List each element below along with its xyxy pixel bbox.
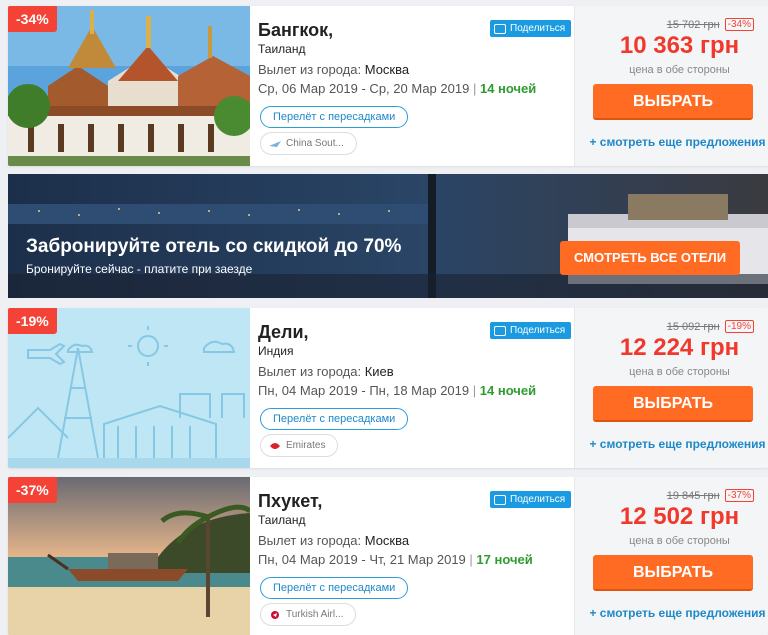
destination-city[interactable]: Дели, xyxy=(258,322,309,343)
select-button[interactable]: ВЫБРАТЬ xyxy=(593,84,753,120)
discount-badge: -19% xyxy=(8,308,57,334)
view-all-hotels-button[interactable]: СМОТРЕТЬ ВСЕ ОТЕЛИ xyxy=(560,241,740,275)
more-offers-link[interactable]: + смотреть еще предложения xyxy=(575,437,768,451)
banner-subtitle: Бронируйте сейчас - платите при заезде xyxy=(26,262,253,276)
more-offers-link[interactable]: + смотреть еще предложения xyxy=(575,135,768,149)
departure-line: Вылет из города: Москва xyxy=(258,533,409,548)
price-note: цена в обе стороны xyxy=(629,64,730,76)
dates-line: Ср, 06 Мар 2019 - Ср, 20 Мар 2019 | 14 н… xyxy=(258,81,536,96)
destination-country: Таиланд xyxy=(258,513,306,527)
nights-count: 14 ночей xyxy=(479,383,537,398)
offer-photo-delhi[interactable]: -19% xyxy=(8,308,250,468)
discount-badge: -34% xyxy=(8,6,57,32)
current-price: 10 363 грн xyxy=(619,32,740,59)
departure-line: Вылет из города: Москва xyxy=(258,62,409,77)
share-icon xyxy=(494,494,506,505)
nights-count: 17 ночей xyxy=(476,552,533,567)
dates-line: Пн, 04 Мар 2019 - Чт, 21 Мар 2019 | 17 н… xyxy=(258,552,533,567)
departure-city: Москва xyxy=(364,533,410,548)
departure-city: Киев xyxy=(364,364,394,379)
share-label: Поделиться xyxy=(510,23,566,34)
banner-title: Забронируйте отель со скидкой до 70% xyxy=(26,236,402,257)
discount-badge: -37% xyxy=(8,477,57,503)
share-icon xyxy=(494,325,506,336)
airline-badge[interactable]: Turkish Airl... xyxy=(260,603,357,626)
travel-dates: Ср, 06 Мар 2019 - Ср, 20 Мар 2019 xyxy=(258,81,470,96)
hotel-banner[interactable]: Забронируйте отель со скидкой до 70% Бро… xyxy=(8,174,768,298)
offer-info: Бангкок, Таиланд Поделиться Вылет из гор… xyxy=(258,6,574,166)
nights-count: 14 ночей xyxy=(479,81,537,96)
destination-city[interactable]: Пхукет, xyxy=(258,491,322,512)
share-icon xyxy=(494,23,506,34)
share-label: Поделиться xyxy=(510,494,566,505)
departure-label: Вылет из города: xyxy=(258,62,362,77)
share-button[interactable]: Поделиться xyxy=(490,322,572,339)
airline-badge[interactable]: Emirates xyxy=(260,434,339,457)
departure-city: Москва xyxy=(364,62,410,77)
transfer-badge[interactable]: Перелёт с пересадками xyxy=(260,408,409,430)
offer-photo-phuket[interactable]: -37% xyxy=(8,477,250,635)
departure-line: Вылет из города: Киев xyxy=(258,364,394,379)
offer-card-phuket: -37% Пхукет, Таиланд Поделиться Вылет из… xyxy=(8,477,768,635)
transfer-badge[interactable]: Перелёт с пересадками xyxy=(260,106,409,128)
select-button[interactable]: ВЫБРАТЬ xyxy=(593,555,753,591)
share-button[interactable]: Поделиться xyxy=(490,20,572,37)
airline-name: Turkish Airl... xyxy=(286,609,344,620)
airline-logo-icon xyxy=(271,610,279,619)
old-price-row: 15 702 грн -34% xyxy=(667,18,754,31)
price-note: цена в обе стороны xyxy=(629,366,730,378)
old-price-row: 19 845 грн -37% xyxy=(667,489,754,502)
travel-dates: Пн, 04 Мар 2019 - Пн, 18 Мар 2019 xyxy=(258,383,470,398)
destination-country: Индия xyxy=(258,344,294,358)
offer-card-bangkok: -34% Бангкок, Таиланд Поделиться Вылет и… xyxy=(8,6,768,166)
price-note: цена в обе стороны xyxy=(629,535,730,547)
current-price: 12 224 грн xyxy=(619,334,740,361)
old-price-discount: -34% xyxy=(724,18,754,31)
airline-name: China Sout... xyxy=(286,138,344,149)
airline-name: Emirates xyxy=(286,440,326,451)
departure-label: Вылет из города: xyxy=(258,364,362,379)
price-panel: 19 845 грн -37% 12 502 грн цена в обе ст… xyxy=(574,477,768,635)
offer-info: Дели, Индия Поделиться Вылет из города: … xyxy=(258,308,574,468)
current-price: 12 502 грн xyxy=(619,503,740,530)
dates-separator: | xyxy=(469,552,473,567)
dates-separator: | xyxy=(472,81,477,96)
old-price-row: 15 092 грн -19% xyxy=(667,320,754,333)
offer-photo-bangkok[interactable]: -34% xyxy=(8,6,250,166)
old-price: 15 092 грн xyxy=(666,320,720,333)
destination-city[interactable]: Бангкок, xyxy=(258,20,333,41)
travel-dates: Пн, 04 Мар 2019 - Чт, 21 Мар 2019 xyxy=(258,552,466,567)
old-price: 15 702 грн xyxy=(666,18,720,31)
offer-info: Пхукет, Таиланд Поделиться Вылет из горо… xyxy=(258,477,574,635)
destination-country: Таиланд xyxy=(258,42,306,56)
departure-label: Вылет из города: xyxy=(258,533,362,548)
old-price-discount: -37% xyxy=(724,489,754,502)
price-panel: 15 092 грн -19% 12 224 грн цена в обе ст… xyxy=(574,308,768,468)
old-price-discount: -19% xyxy=(724,320,754,333)
airline-badge[interactable]: China Sout... xyxy=(260,132,357,155)
old-price: 19 845 грн xyxy=(666,489,720,502)
transfer-badge[interactable]: Перелёт с пересадками xyxy=(260,577,409,599)
airline-logo-icon xyxy=(270,442,280,449)
dates-separator: | xyxy=(472,383,477,398)
airline-logo-icon xyxy=(269,140,281,147)
share-label: Поделиться xyxy=(510,325,566,336)
more-offers-link[interactable]: + смотреть еще предложения xyxy=(575,606,768,620)
share-button[interactable]: Поделиться xyxy=(490,491,572,508)
select-button[interactable]: ВЫБРАТЬ xyxy=(593,386,753,422)
offer-card-delhi: -19% Дели, Индия Поделиться Вылет из гор… xyxy=(8,308,768,468)
price-panel: 15 702 грн -34% 10 363 грн цена в обе ст… xyxy=(574,6,768,166)
dates-line: Пн, 04 Мар 2019 - Пн, 18 Мар 2019 | 14 н… xyxy=(258,383,536,398)
